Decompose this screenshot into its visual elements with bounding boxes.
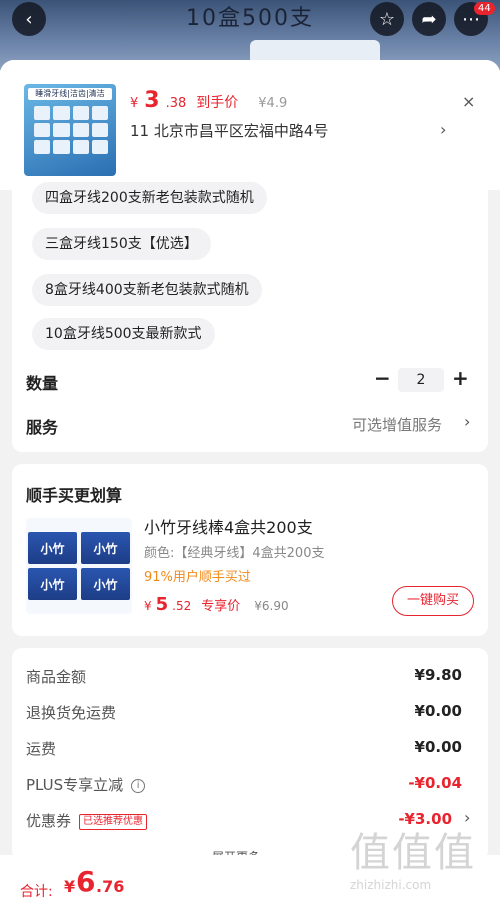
watermark-glyphs: 值值值 — [350, 830, 476, 876]
total-currency: ¥ — [64, 877, 76, 896]
one-click-buy-button[interactable]: 一键购买 — [392, 586, 474, 616]
total-label: 合计: — [20, 884, 53, 900]
bundle-name[interactable]: 小竹牙线棒4盒共200支 — [144, 514, 313, 538]
bundle-purchase-rate: 91%用户顺手买过 — [144, 570, 251, 585]
watermark: 值值值 zhizhizhi.com — [350, 820, 495, 905]
service-chevron-icon[interactable]: › — [464, 412, 470, 431]
watermark-domain: zhizhizhi.com — [350, 878, 432, 892]
notification-badge: 44 — [474, 2, 495, 15]
back-arrow-icon[interactable]: ‹ — [12, 2, 46, 36]
delivery-address[interactable]: 11 北京市昌平区宏福中路4号 — [130, 120, 328, 141]
summary-row-plus-discount: PLUS专享立减 i -¥0.04 — [26, 772, 474, 796]
thumbnail-packs — [34, 106, 108, 154]
close-icon[interactable]: × — [462, 92, 475, 111]
summary-label: 商品金额 — [26, 668, 87, 686]
bundle-pack: 小竹 — [81, 532, 130, 564]
summary-value: -¥0.04 — [408, 774, 462, 792]
price-currency: ¥ — [130, 96, 139, 111]
bundle-price-decimal: .52 — [172, 599, 192, 613]
product-summary: 睡滑牙线|洁齿|清洁 ¥3 .38 到手价 ¥4.9 11 北京市昌平区宏福中路4… — [0, 60, 500, 190]
bundle-original-price: ¥6.90 — [254, 599, 289, 613]
original-price: ¥4.9 — [258, 96, 288, 111]
info-icon[interactable]: i — [131, 778, 146, 793]
option-chip[interactable]: 三盒牙线150支【优选】 — [32, 228, 211, 260]
summary-label: 优惠券 — [26, 812, 72, 830]
star-icon[interactable]: ☆ — [370, 2, 404, 36]
option-chip[interactable]: 10盒牙线500支最新款式 — [32, 318, 215, 350]
address-chevron-icon[interactable]: › — [440, 120, 446, 139]
summary-row-shipping: 运费 ¥0.00 — [26, 736, 474, 760]
bundle-pack: 小竹 — [81, 568, 130, 600]
service-value[interactable]: 可选增值服务 — [352, 414, 442, 435]
summary-label: 退换货免运费 — [26, 704, 117, 722]
summary-value: ¥9.80 — [414, 666, 462, 684]
share-icon[interactable]: ➦ — [412, 2, 446, 36]
total-integer: 6 — [76, 865, 96, 898]
price-label: 到手价 — [196, 95, 239, 111]
price-integer: 3 — [144, 88, 160, 113]
summary-row-goods: 商品金额 ¥9.80 — [26, 664, 474, 688]
coupon-tag: 已选推荐优惠 — [79, 813, 148, 830]
product-thumbnail: 睡滑牙线|洁齿|清洁 — [24, 84, 116, 176]
summary-row-return-shipping: 退换货免运费 ¥0.00 — [26, 700, 474, 724]
bundle-price: ¥5.52 专享价 ¥6.90 — [144, 594, 289, 615]
bundle-price-integer: 5 — [155, 594, 169, 615]
quantity-label: 数量 — [26, 374, 59, 393]
bundle-title: 顺手买更划算 — [26, 486, 123, 505]
option-chip[interactable]: 四盒牙线200支新老包装款式随机 — [32, 182, 267, 214]
summary-label-wrap: PLUS专享立减 i — [26, 774, 146, 795]
summary-label: 运费 — [26, 740, 57, 758]
price-decimal: .38 — [165, 96, 187, 111]
price-row: ¥3 .38 到手价 ¥4.9 — [130, 88, 287, 113]
bundle-spec: 颜色:【经典牙线】4盒共200支 — [144, 546, 325, 561]
bundle-thumbnail: 小竹 小竹 小竹 小竹 — [26, 518, 132, 614]
option-chip[interactable]: 8盒牙线400支新老包装款式随机 — [32, 274, 262, 306]
bundle-price-label: 专享价 — [201, 599, 241, 614]
quantity-minus-button[interactable]: − — [374, 366, 391, 390]
summary-value: ¥0.00 — [414, 702, 462, 720]
quantity-value[interactable]: 2 — [398, 368, 444, 392]
thumbnail-label: 睡滑牙线|洁齿|清洁 — [28, 88, 112, 100]
quantity-plus-button[interactable]: + — [452, 366, 469, 390]
bundle-price-currency: ¥ — [144, 599, 152, 613]
options-card: 四盒牙线200支新老包装款式随机 三盒牙线150支【优选】 8盒牙线400支新老… — [12, 182, 488, 452]
spec-sheet: 睡滑牙线|洁齿|清洁 ¥3 .38 到手价 ¥4.9 11 北京市昌平区宏福中路4… — [0, 60, 500, 909]
summary-label: PLUS专享立减 — [26, 776, 124, 794]
summary-value: ¥0.00 — [414, 738, 462, 756]
total-decimal: .76 — [96, 877, 125, 896]
bundle-pack: 小竹 — [28, 568, 77, 600]
summary-label-wrap: 优惠券 已选推荐优惠 — [26, 810, 148, 831]
service-label: 服务 — [26, 418, 59, 437]
bundle-pack: 小竹 — [28, 532, 77, 564]
bundle-card: 顺手买更划算 小竹 小竹 小竹 小竹 小竹牙线棒4盒共200支 颜色:【经典牙线… — [12, 464, 488, 636]
